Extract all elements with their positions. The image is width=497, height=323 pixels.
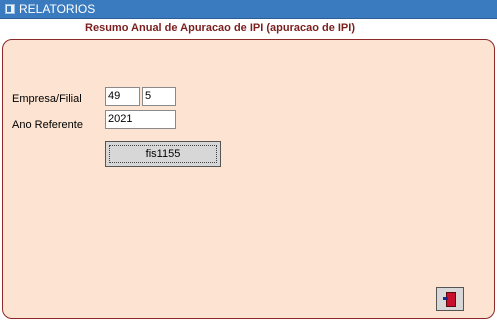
empresa-filial-label: Empresa/Filial: [12, 93, 82, 105]
run-report-button-label: fis1155: [109, 145, 217, 163]
run-report-button[interactable]: fis1155: [105, 141, 221, 167]
title-bar: RELATORIOS: [0, 0, 497, 19]
report-heading: Resumo Anual de Apuracao de IPI (apuraca…: [85, 22, 355, 34]
exit-door-icon: [443, 292, 456, 307]
window-icon: [5, 4, 15, 14]
form-panel: [2, 39, 495, 319]
window-title: RELATORIOS: [19, 2, 96, 16]
empresa-input[interactable]: 49: [105, 87, 140, 106]
filial-input[interactable]: 5: [142, 87, 176, 106]
ano-referente-label: Ano Referente: [12, 119, 83, 131]
ano-referente-input[interactable]: 2021: [105, 110, 176, 129]
exit-button[interactable]: [436, 287, 464, 311]
